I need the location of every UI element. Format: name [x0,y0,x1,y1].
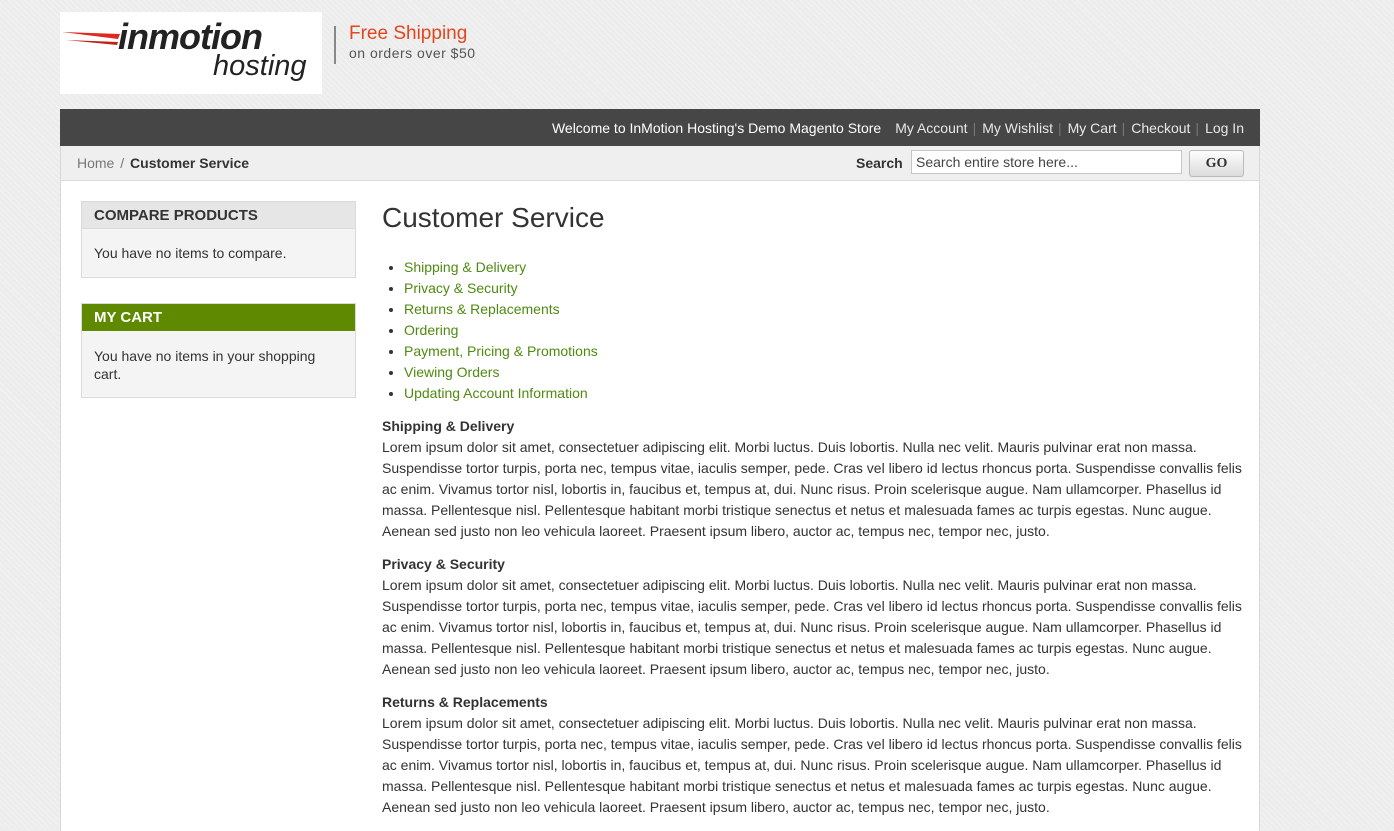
list-item: Ordering [404,320,1242,341]
account-links: My Account My Wishlist My Cart Checkout … [895,120,1244,136]
list-item: Viewing Orders [404,362,1242,383]
my-account-link[interactable]: My Account [895,120,967,136]
compare-products-message: You have no items to compare. [94,245,287,261]
topic-link-payment-pricing[interactable]: Payment, Pricing & Promotions [404,343,598,359]
breadcrumb-separator: / [120,155,125,171]
section-returns-replacements: Returns & Replacements Lorem ipsum dolor… [382,692,1242,818]
free-shipping-promo: Free Shipping on orders over $50 [334,23,476,64]
content-column: Customer Service Shipping & Delivery Pri… [382,203,1242,830]
promo-title: Free Shipping [349,23,468,44]
store-logo[interactable]: inmotion hosting [60,12,322,94]
compare-products-block: COMPARE PRODUCTS You have no items to co… [81,201,356,278]
search-go-button[interactable]: GO [1189,150,1244,177]
list-item: Shipping & Delivery [404,257,1242,278]
logo-subtitle: hosting [213,50,307,82]
page-title: Customer Service [382,202,605,233]
my-cart-block: MY CART You have no items in your shoppi… [81,303,356,398]
section-body: Lorem ipsum dolor sit amet, consectetuer… [382,439,1242,539]
compare-products-title: COMPARE PRODUCTS [82,202,355,229]
main-area: COMPARE PRODUCTS You have no items to co… [60,181,1260,831]
search-label: Search [856,155,903,171]
topic-link-viewing-orders[interactable]: Viewing Orders [404,364,499,380]
breadcrumb: Home / Customer Service [77,155,249,171]
topic-list: Shipping & Delivery Privacy & Security R… [382,257,1242,404]
breadcrumb-home-link[interactable]: Home [77,155,114,171]
promo-subtitle: on orders over $50 [349,45,476,61]
my-cart-link[interactable]: My Cart [1053,120,1117,136]
section-shipping-delivery: Shipping & Delivery Lorem ipsum dolor si… [382,416,1242,542]
my-wishlist-link[interactable]: My Wishlist [968,120,1053,136]
topic-link-returns-replacements[interactable]: Returns & Replacements [404,301,560,317]
topic-link-updating-account[interactable]: Updating Account Information [404,385,588,401]
section-heading: Shipping & Delivery [382,418,515,434]
search-input[interactable] [911,150,1182,174]
list-item: Privacy & Security [404,278,1242,299]
topic-link-ordering[interactable]: Ordering [404,322,458,338]
list-item: Updating Account Information [404,383,1242,404]
section-heading: Privacy & Security [382,556,505,572]
list-item: Returns & Replacements [404,299,1242,320]
log-in-link[interactable]: Log In [1190,120,1244,136]
header: inmotion hosting Free Shipping on orders… [60,0,1260,109]
page: inmotion hosting Free Shipping on orders… [60,0,1260,831]
section-privacy-security: Privacy & Security Lorem ipsum dolor sit… [382,554,1242,680]
top-navigation-bar: Welcome to InMotion Hosting's Demo Magen… [60,109,1260,146]
list-item: Payment, Pricing & Promotions [404,341,1242,362]
section-heading: Returns & Replacements [382,694,548,710]
breadcrumb-current: Customer Service [130,155,250,171]
topic-link-privacy-security[interactable]: Privacy & Security [404,280,518,296]
breadcrumb-bar: Home / Customer Service Search GO [60,146,1260,181]
checkout-link[interactable]: Checkout [1117,120,1190,136]
topic-link-shipping-delivery[interactable]: Shipping & Delivery [404,259,526,275]
my-cart-message: You have no items in your shopping cart. [94,348,316,382]
section-body: Lorem ipsum dolor sit amet, consectetuer… [382,577,1242,677]
welcome-message: Welcome to InMotion Hosting's Demo Magen… [551,119,882,136]
section-body: Lorem ipsum dolor sit amet, consectetuer… [382,715,1242,815]
my-cart-title: MY CART [82,304,355,331]
